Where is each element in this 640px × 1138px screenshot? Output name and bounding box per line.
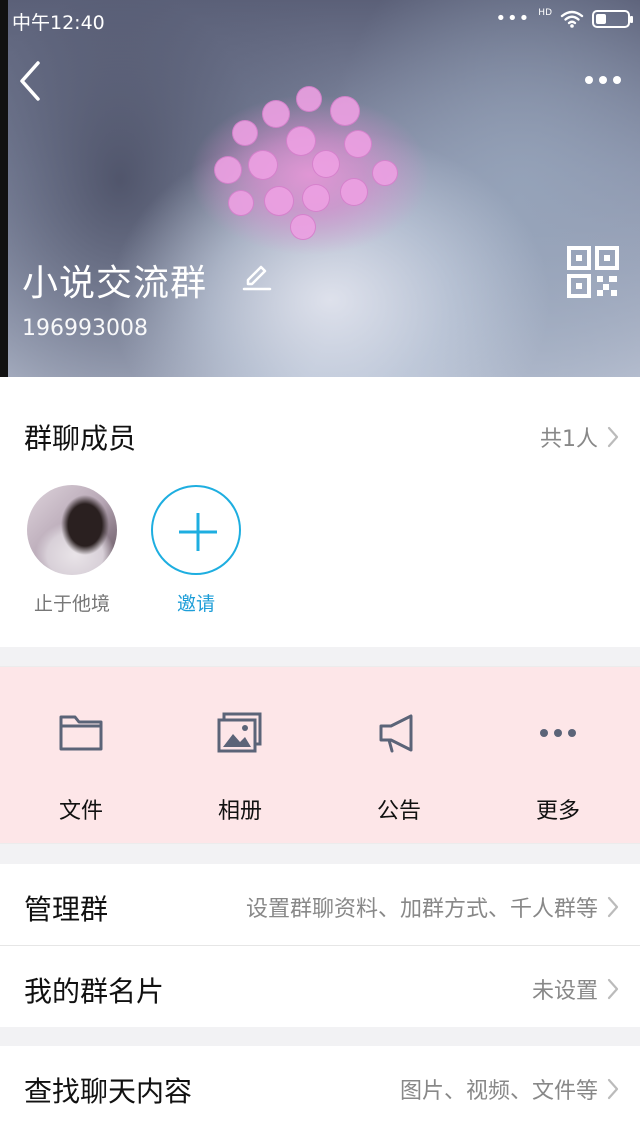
chevron-right-icon [607, 1078, 619, 1100]
folder-icon [59, 715, 103, 751]
chevron-right-icon [607, 896, 619, 918]
row-label: 管理群 [24, 893, 109, 926]
row-label: 查找聊天内容 [24, 1075, 193, 1108]
row-label: 我的群名片 [24, 975, 165, 1008]
invite-plus-circle [151, 485, 241, 575]
members-count-link[interactable]: 共1人 [540, 421, 620, 453]
member-item[interactable]: 止于他境 [22, 485, 122, 616]
action-label: 公告 [376, 799, 421, 824]
action-announcement[interactable]: 公告 [339, 711, 459, 825]
action-label: 文件 [58, 799, 103, 824]
more-options-icon[interactable] [580, 62, 626, 98]
my-group-card-row[interactable]: 我的群名片 未设置 [0, 946, 640, 1027]
action-label: 相册 [217, 799, 262, 824]
network-type-label: HD [538, 7, 552, 18]
row-value: 设置群聊资料、加群方式、千人群等 [246, 891, 620, 923]
action-label: 更多 [535, 799, 580, 824]
invite-label: 邀请 [176, 593, 215, 615]
back-arrow-icon[interactable] [14, 58, 48, 104]
status-bar: 中午12:40 ••• HD [0, 0, 640, 36]
status-time: 中午12:40 [12, 12, 105, 34]
group-id: 196993008 [22, 316, 148, 341]
member-avatar [27, 485, 117, 575]
photo-album-icon [217, 712, 262, 753]
action-files[interactable]: 文件 [21, 711, 141, 825]
row-value: 图片、视频、文件等 [400, 1073, 620, 1105]
wifi-icon [560, 10, 584, 28]
group-actions-bar: 文件 相册 公告 更多 [0, 666, 640, 844]
signal-dots-icon: ••• [495, 8, 531, 29]
group-name-title: 小说交流群 [22, 263, 208, 304]
members-section: 群聊成员 共1人 止于他境 邀请 [0, 377, 640, 647]
search-chat-history-row[interactable]: 查找聊天内容 图片、视频、文件等 [0, 1046, 640, 1138]
manage-group-row[interactable]: 管理群 设置群聊资料、加群方式、千人群等 [0, 864, 640, 945]
megaphone-icon [379, 714, 413, 753]
chevron-right-icon [607, 426, 619, 448]
action-album[interactable]: 相册 [180, 711, 300, 825]
plus-icon [179, 513, 217, 551]
row-value-text: 图片、视频、文件等 [399, 1079, 598, 1104]
status-icons: ••• HD [495, 7, 633, 29]
member-name: 止于他境 [33, 593, 110, 615]
chevron-right-icon [607, 978, 619, 1000]
battery-icon [592, 9, 633, 28]
qr-code-icon[interactable] [567, 246, 619, 298]
members-count-label: 共1人 [540, 427, 598, 452]
row-value: 未设置 [532, 973, 620, 1005]
row-value-text: 未设置 [531, 979, 598, 1004]
edit-pencil-icon[interactable] [242, 262, 272, 292]
row-value-text: 设置群聊资料、加群方式、千人群等 [245, 897, 598, 922]
group-cover-header: 中午12:40 ••• HD 小说交流群 196993008 [0, 0, 640, 377]
action-more[interactable]: 更多 [498, 711, 618, 825]
cover-edge [0, 0, 8, 377]
invite-member-button[interactable]: 邀请 [146, 485, 246, 616]
more-horizontal-icon [540, 729, 576, 737]
members-title: 群聊成员 [24, 422, 137, 455]
